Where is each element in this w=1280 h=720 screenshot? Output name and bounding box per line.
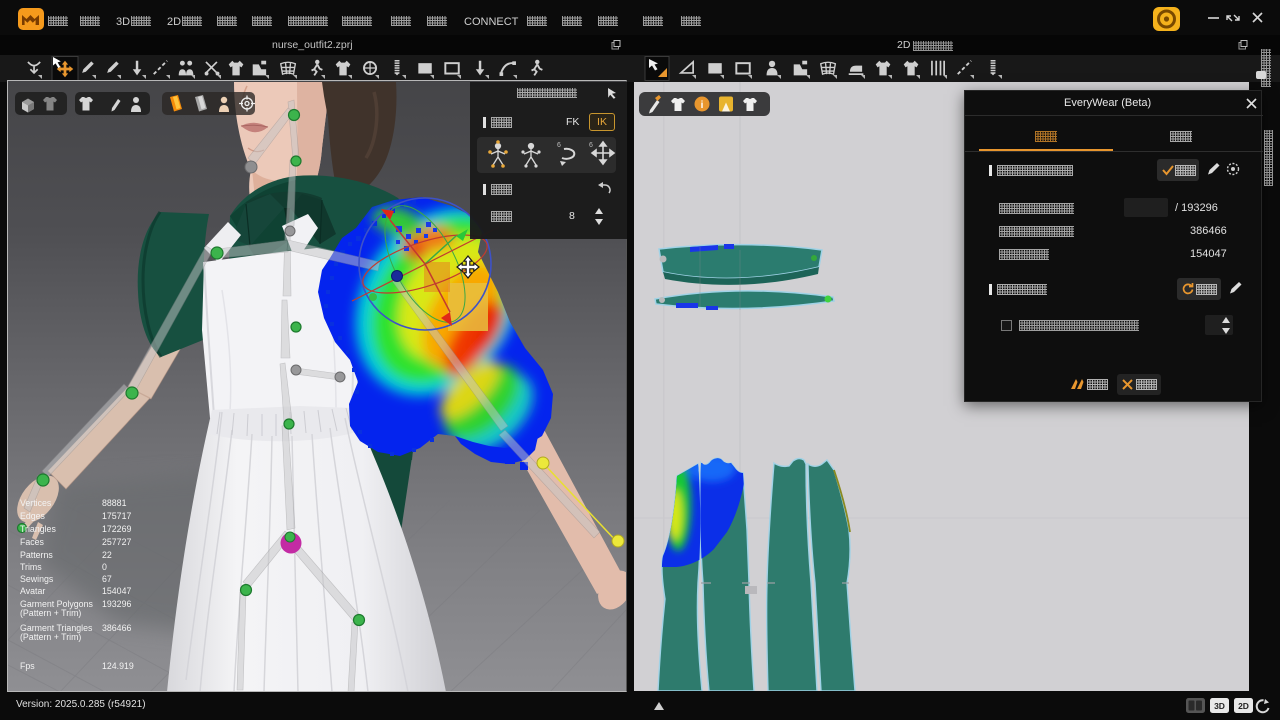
svg-text:257727: 257727 — [102, 537, 131, 547]
svg-text:6: 6 — [589, 142, 593, 149]
svg-text:Trims: Trims — [20, 562, 42, 572]
svg-text:Edges: Edges — [20, 511, 46, 521]
svg-text:22: 22 — [102, 550, 112, 560]
svg-text:175717: 175717 — [102, 511, 131, 521]
svg-text:Patterns: Patterns — [20, 550, 53, 560]
svg-text:Avatar: Avatar — [20, 586, 45, 596]
svg-text:Sewings: Sewings — [20, 574, 54, 584]
svg-text:(Pattern + Trim): (Pattern + Trim) — [20, 608, 81, 618]
svg-text:(Pattern + Trim): (Pattern + Trim) — [20, 632, 81, 642]
svg-text:Vertices: Vertices — [20, 498, 52, 508]
svg-text:172269: 172269 — [102, 524, 131, 534]
svg-text:6: 6 — [557, 142, 561, 149]
svg-text:386466: 386466 — [102, 623, 131, 633]
svg-text:2D: 2D — [1238, 701, 1249, 711]
svg-text:0: 0 — [102, 562, 107, 572]
svg-text:154047: 154047 — [102, 586, 131, 596]
svg-text:Triangles: Triangles — [20, 524, 56, 534]
svg-text:3D: 3D — [1214, 701, 1225, 711]
svg-text:193296: 193296 — [102, 599, 131, 609]
svg-text:Faces: Faces — [20, 537, 45, 547]
svg-text:Fps: Fps — [20, 661, 35, 671]
svg-text:i: i — [701, 100, 704, 111]
svg-text:124.919: 124.919 — [102, 661, 134, 671]
svg-text:88881: 88881 — [102, 498, 127, 508]
svg-text:67: 67 — [102, 574, 112, 584]
